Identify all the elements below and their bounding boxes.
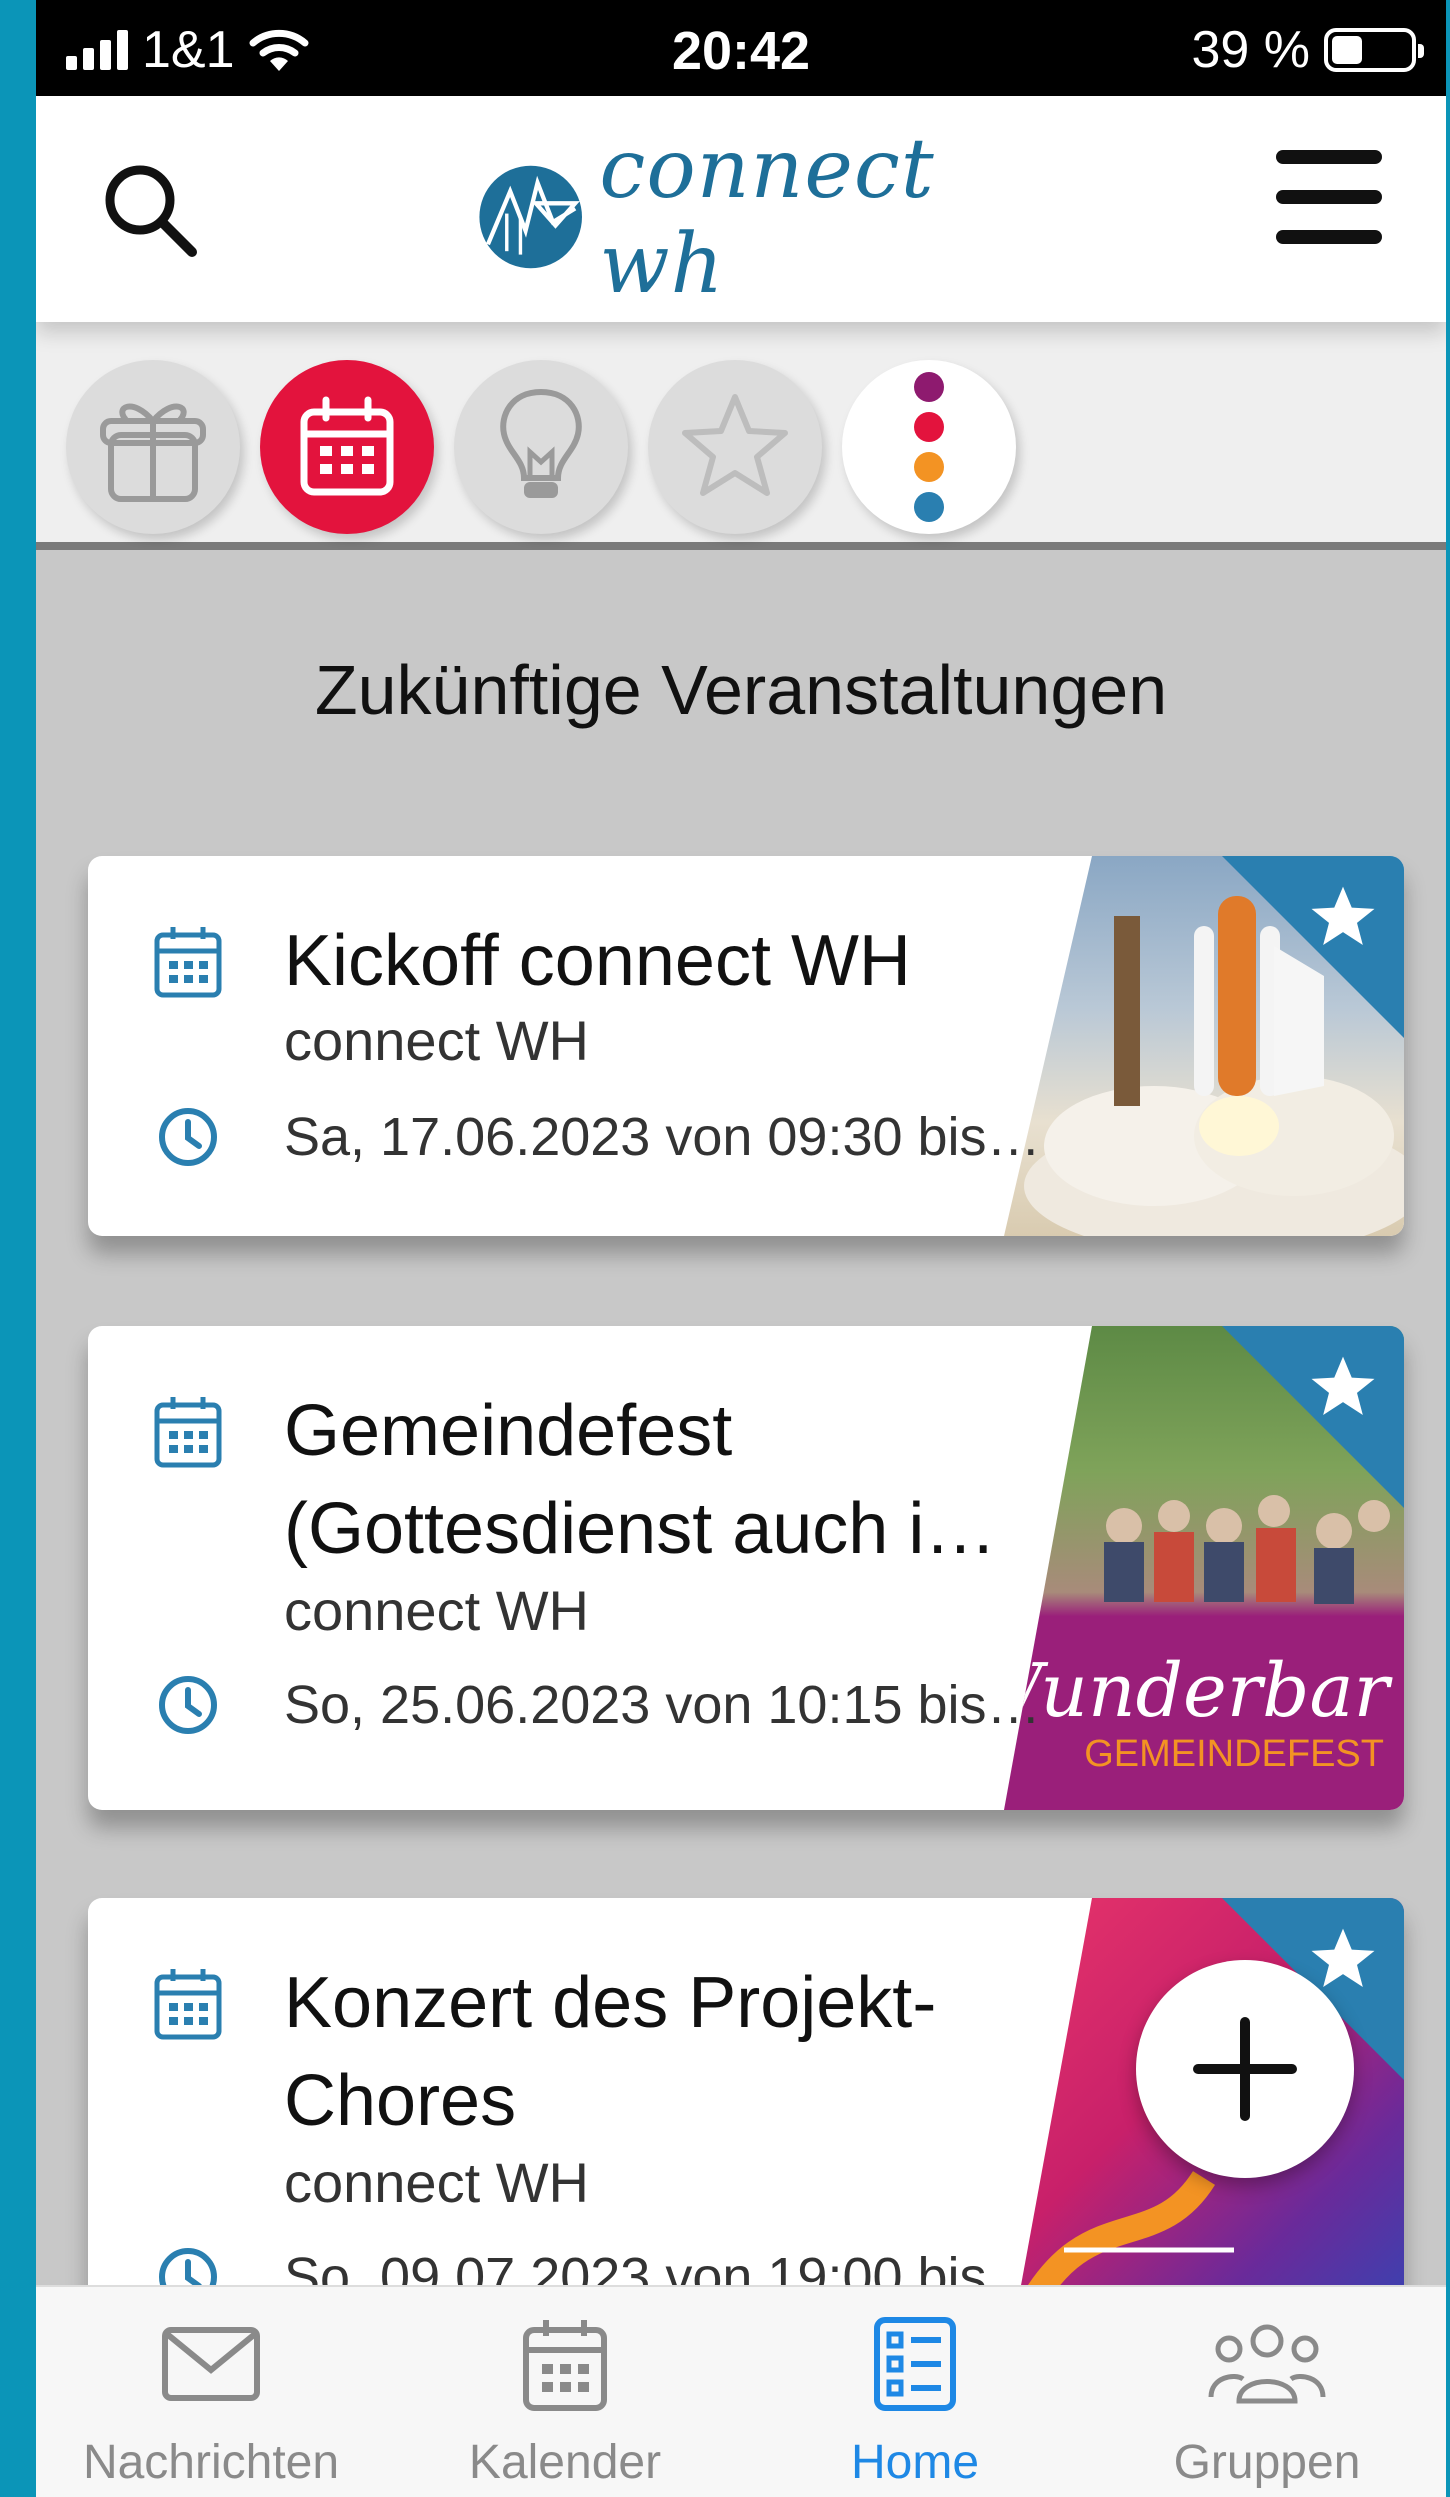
battery-icon bbox=[1324, 28, 1424, 72]
status-bar: 1&1 20:42 39 % bbox=[36, 0, 1446, 96]
calendar-icon bbox=[154, 1397, 222, 1468]
envelope-icon bbox=[162, 2327, 260, 2401]
star-filled-icon bbox=[1311, 1928, 1375, 1987]
event-datetime: So, 25.06.2023 von 10:15 bis … bbox=[284, 1675, 1044, 1735]
category-more[interactable] bbox=[842, 360, 1016, 534]
event-card[interactable]: Wunderbar GEMEINDEFEST Gemeindefest (Got… bbox=[88, 1326, 1404, 1810]
section-title: Zukünftige Veranstaltungen bbox=[314, 651, 1168, 729]
nav-gruppen[interactable]: Gruppen bbox=[1092, 2309, 1442, 2490]
lightbulb-icon bbox=[500, 388, 582, 498]
star-filled-icon bbox=[1311, 1356, 1375, 1415]
search-button[interactable] bbox=[96, 156, 206, 266]
calendar-icon bbox=[154, 1969, 222, 2040]
clock-icon bbox=[159, 1676, 217, 1734]
category-events[interactable] bbox=[260, 360, 434, 534]
nav-nachrichten[interactable]: Nachrichten bbox=[36, 2309, 386, 2490]
nav-label: Gruppen bbox=[1173, 2436, 1361, 2489]
more-dots-icon bbox=[914, 372, 944, 522]
nav-label: Nachrichten bbox=[82, 2436, 340, 2489]
battery-status: 39 % bbox=[1191, 20, 1424, 80]
calendar-icon bbox=[523, 2320, 607, 2411]
nav-label: Home bbox=[850, 2436, 980, 2489]
event-title-row: Gemeindefest bbox=[152, 1382, 732, 1480]
hamburger-menu-icon bbox=[1276, 150, 1386, 244]
event-organizer: connect WH bbox=[284, 1579, 589, 1642]
logo-mountain-icon bbox=[479, 165, 582, 269]
battery-percent: 39 % bbox=[1191, 21, 1310, 79]
category-favorites[interactable] bbox=[648, 360, 822, 534]
event-image-text: Wunderbar bbox=[1004, 1648, 1394, 1734]
clock-icon bbox=[159, 1108, 217, 1166]
event-organizer: connect WH bbox=[284, 1009, 589, 1072]
clock-icon bbox=[159, 2248, 217, 2285]
event-title-line1: Konzert des Projekt- bbox=[284, 1963, 937, 2043]
event-datetime: Sa, 17.06.2023 von 09:30 bis … bbox=[284, 1107, 1044, 1167]
nav-label: Kalender bbox=[468, 2436, 662, 2489]
app-screen: 1&1 20:42 39 % connect wh Zukünftige Ver… bbox=[36, 0, 1446, 2497]
event-image-subtext: GEMEINDEFEST bbox=[1084, 1733, 1384, 1775]
app-logo: connect wh bbox=[476, 122, 1016, 312]
event-title-line2: (Gottesdienst auch i… bbox=[284, 1489, 997, 1569]
star-icon bbox=[682, 394, 788, 496]
logo-text: connect wh bbox=[599, 122, 935, 312]
category-gifts[interactable] bbox=[66, 360, 240, 534]
bottom-navigation: Nachrichten Kalender Home Gruppen bbox=[36, 2285, 1446, 2497]
event-title-line1: Gemeindefest bbox=[284, 1391, 733, 1471]
app-header: connect wh bbox=[36, 96, 1446, 322]
event-title: Kickoff connect WH bbox=[284, 921, 911, 1001]
event-time-row: Sa, 17.06.2023 von 09:30 bis … bbox=[152, 1106, 1044, 1168]
search-icon bbox=[105, 165, 197, 257]
menu-button[interactable] bbox=[1276, 150, 1386, 250]
calendar-icon bbox=[300, 396, 394, 496]
event-title-line2: Chores bbox=[284, 2061, 517, 2141]
event-datetime: So, 09.07.2023 von 19:00 bis bbox=[284, 2247, 987, 2285]
group-icon bbox=[1208, 2324, 1326, 2404]
event-title-row: Konzert des Projekt- bbox=[152, 1954, 936, 2052]
event-organizer: connect WH bbox=[284, 2151, 589, 2214]
category-ideas[interactable] bbox=[454, 360, 628, 534]
gift-icon bbox=[100, 403, 206, 502]
nav-home[interactable]: Home bbox=[740, 2309, 1090, 2490]
event-time-row: So, 09.07.2023 von 19:00 bis bbox=[152, 2246, 987, 2285]
star-filled-icon bbox=[1311, 886, 1375, 945]
event-title-row: Kickoff connect WH bbox=[152, 912, 911, 1010]
category-filter-bar bbox=[36, 322, 1446, 550]
event-card[interactable]: Kickoff connect WH connect WH Sa, 17.06.… bbox=[88, 856, 1404, 1236]
list-icon bbox=[874, 2317, 956, 2411]
event-time-row: So, 25.06.2023 von 10:15 bis … bbox=[152, 1674, 1044, 1736]
nav-kalender[interactable]: Kalender bbox=[390, 2309, 740, 2490]
plus-icon bbox=[1193, 2017, 1297, 2121]
events-list: Zukünftige Veranstaltungen Kickoff conne… bbox=[36, 550, 1446, 2285]
add-event-button[interactable] bbox=[1136, 1960, 1354, 2178]
calendar-icon bbox=[154, 927, 222, 998]
